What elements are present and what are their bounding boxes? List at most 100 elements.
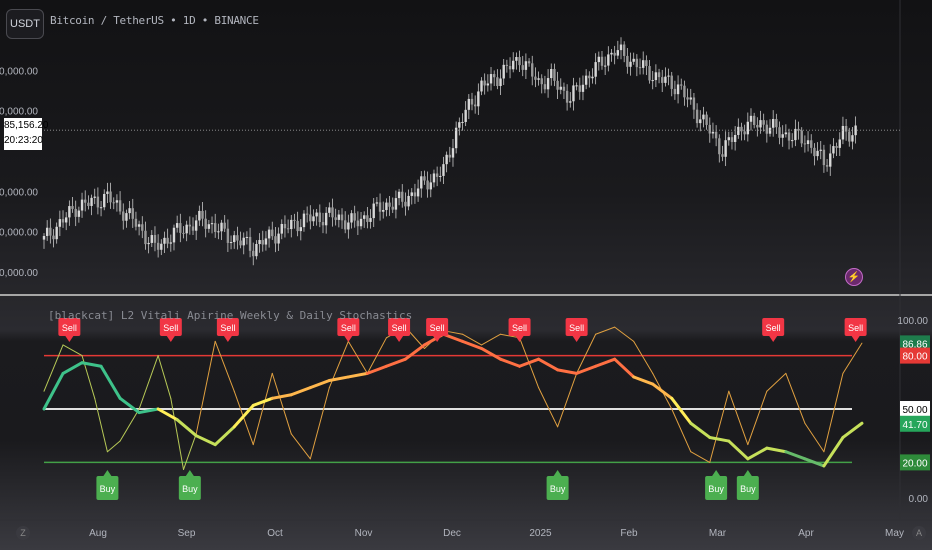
candle-body xyxy=(397,191,401,199)
slow-stochastic-segment xyxy=(289,386,312,397)
fast-stochastic-segment xyxy=(182,433,197,471)
fast-stochastic-segment xyxy=(595,326,616,335)
candle-body xyxy=(619,44,623,51)
candle-body xyxy=(324,212,328,226)
candle-body xyxy=(505,64,509,67)
candle-body xyxy=(112,202,115,204)
candle-body xyxy=(96,196,100,208)
candle-body xyxy=(635,58,639,68)
candle-body xyxy=(702,114,705,120)
indicator-title[interactable]: [blackcat] L2 Vitali Apirine Weekly & Da… xyxy=(48,309,412,322)
candle-body xyxy=(692,97,696,110)
slow-stochastic-segment xyxy=(99,364,122,400)
candle-body xyxy=(518,57,521,66)
fast-stochastic-segment xyxy=(106,440,121,453)
candle-body xyxy=(550,69,553,79)
sell-marker-pointer xyxy=(769,336,778,342)
auto-scale-button[interactable]: A xyxy=(912,526,926,540)
candle-body xyxy=(483,80,486,86)
candle-body xyxy=(52,235,55,240)
candle-body xyxy=(806,140,810,145)
candle-body xyxy=(733,134,737,142)
sell-marker: Sell xyxy=(844,318,867,342)
candle-body xyxy=(77,210,81,217)
candle-body xyxy=(169,242,173,244)
candle-body xyxy=(721,154,724,157)
candle-body xyxy=(496,77,499,87)
candle-body xyxy=(315,212,318,217)
candle-body xyxy=(825,165,829,167)
candle-body xyxy=(286,228,290,230)
candle-body xyxy=(768,127,772,134)
candle-body xyxy=(594,62,597,77)
sell-marker-pointer xyxy=(223,336,232,342)
candle-body xyxy=(299,227,302,232)
candle-body xyxy=(600,56,604,66)
sell-marker: Sell xyxy=(565,318,588,342)
candle-body xyxy=(420,176,423,189)
candle-body xyxy=(58,219,62,227)
fast-stochastic-segment xyxy=(709,390,730,463)
candle-body xyxy=(93,196,96,198)
candle-body xyxy=(454,127,458,149)
candle-body xyxy=(239,240,242,246)
osc-tick-label: 100.00 xyxy=(897,316,928,327)
candle-body xyxy=(175,223,179,228)
candle-body xyxy=(743,131,746,135)
candle-body xyxy=(423,176,426,181)
candle-body xyxy=(318,212,322,223)
candle-body xyxy=(144,230,147,245)
chart-canvas[interactable]: 100,000.00 90,000.00 70,000.00 60,000.00 50,… xyxy=(0,0,932,550)
fast-stochastic-segment xyxy=(633,340,654,374)
bar-countdown: 20:23:20 xyxy=(4,135,43,146)
time-axis-label: Nov xyxy=(355,528,373,539)
candle-body xyxy=(622,44,626,56)
slow-stochastic-segment xyxy=(518,357,541,368)
slow-stochastic-segment xyxy=(537,357,560,372)
candle-body xyxy=(765,124,769,134)
candle-body xyxy=(565,90,569,103)
candle-body xyxy=(87,202,90,206)
candle-body xyxy=(264,238,268,245)
candle-body xyxy=(800,130,803,144)
candle-body xyxy=(217,231,220,233)
candle-body xyxy=(150,235,153,243)
buy-marker-label: Buy xyxy=(182,484,198,494)
slow-stochastic-segment xyxy=(61,361,84,375)
candle-body xyxy=(426,180,429,190)
candle-body xyxy=(835,146,838,148)
slow-stochastic-segment xyxy=(727,439,750,461)
candle-body xyxy=(464,109,467,122)
zoom-reset-button[interactable]: Z xyxy=(16,526,30,540)
candle-body xyxy=(473,104,477,107)
candle-body xyxy=(762,120,765,125)
symbol-button[interactable]: USDT xyxy=(6,9,44,39)
candle-body xyxy=(245,236,249,238)
candle-body xyxy=(401,191,404,202)
time-axis-label: Mar xyxy=(709,528,727,539)
candle-body xyxy=(654,72,658,81)
candle-body xyxy=(198,210,201,221)
candle-body xyxy=(708,124,711,134)
lightning-icon[interactable]: ⚡ xyxy=(845,268,863,286)
candle-body xyxy=(651,80,654,82)
candle-body xyxy=(502,64,505,79)
slow-stochastic-segment xyxy=(632,375,655,386)
candle-body xyxy=(302,213,306,228)
candle-body xyxy=(486,83,490,86)
candle-body xyxy=(591,76,594,79)
fast-stochastic-segment xyxy=(214,340,235,392)
candle-body xyxy=(537,78,540,80)
buy-marker: Buy xyxy=(178,470,201,500)
slow-stochastic-segment xyxy=(460,339,484,350)
time-axis-label: Aug xyxy=(89,528,107,539)
candle-body xyxy=(321,222,325,226)
candle-body xyxy=(188,224,192,227)
fast-stochastic-segment xyxy=(43,344,64,392)
candle-body xyxy=(337,214,341,220)
candle-body xyxy=(724,140,727,157)
candle-body xyxy=(521,65,524,70)
time-axis-label: Sep xyxy=(178,528,196,539)
candle-body xyxy=(261,240,264,245)
candle-body xyxy=(166,237,169,244)
